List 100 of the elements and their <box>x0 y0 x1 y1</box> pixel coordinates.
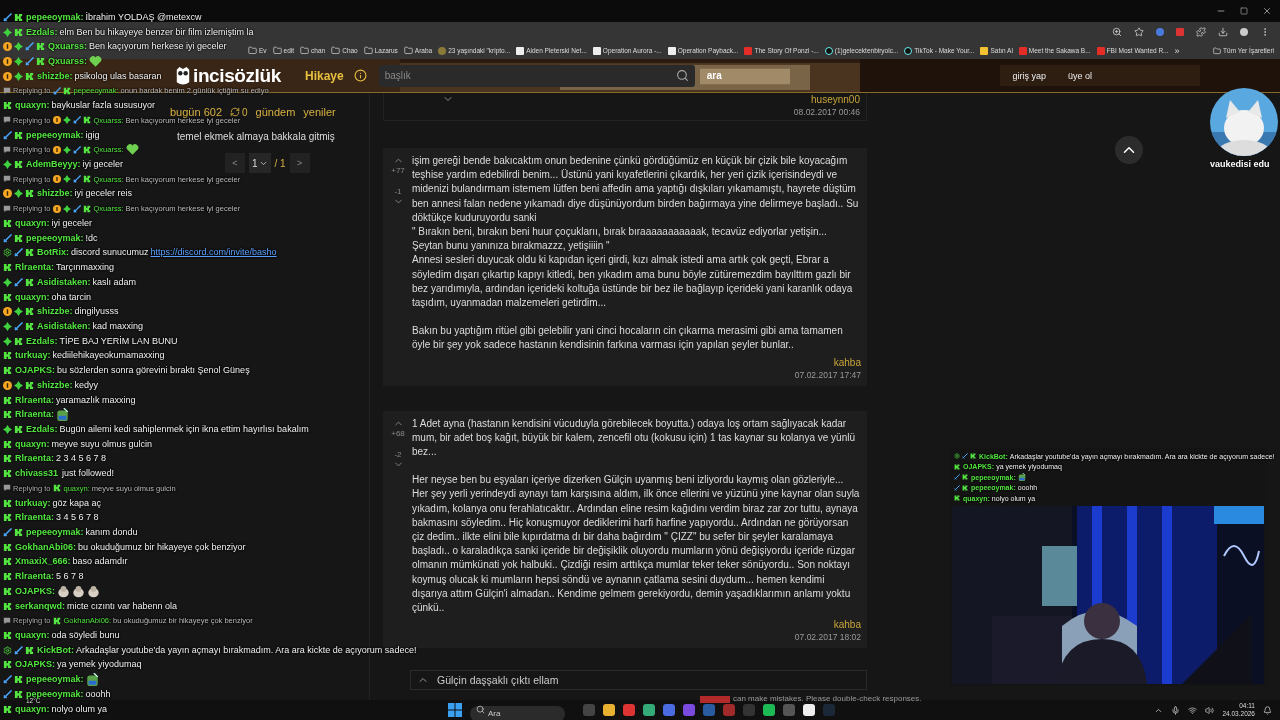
diamond-badge-icon <box>14 380 23 390</box>
app-icon[interactable] <box>603 704 615 716</box>
chat-username[interactable]: turkuay: <box>15 498 51 508</box>
chat-username[interactable]: Rlraenta: <box>15 572 54 582</box>
folder-icon <box>1213 46 1222 55</box>
sword-badge-icon <box>3 12 12 22</box>
kick-badge-icon <box>962 484 968 491</box>
nav-link[interactable]: gündem <box>255 106 296 118</box>
chat-message: 3 4 5 6 7 8 <box>56 513 99 523</box>
chat-link[interactable]: https://discord.com/invite/basho <box>150 248 277 258</box>
chat-username[interactable]: Rlraenta: <box>15 263 54 273</box>
chat-username[interactable]: pepeeoymak: <box>26 12 84 22</box>
chat-username[interactable]: shizzbe: <box>37 380 73 390</box>
extension-icon[interactable] <box>1156 28 1164 36</box>
chat-message: Arkadaşlar youtube'da yayın açmayı bırakmadım. Ara ara kickte de açıyorum sadece! <box>76 645 417 655</box>
chat-username[interactable]: Ezdals: <box>26 27 58 37</box>
app-icon[interactable] <box>763 704 775 716</box>
kick-badge-icon <box>52 484 61 493</box>
chat-message: ya yemek yiyodumaq <box>57 660 142 670</box>
chat-message: Tarçınmaxxing <box>56 263 115 273</box>
more-bookmarks[interactable]: » <box>1174 45 1180 56</box>
site-favicon-icon <box>438 46 447 55</box>
chat-username[interactable]: OJAPKS: <box>15 366 55 376</box>
chat-username[interactable]: quaxyn: <box>15 218 50 228</box>
refresh-count[interactable]: 0 <box>230 106 248 118</box>
reply-preview[interactable]: Gülçin daşşaklı çıktı ellam <box>410 670 867 691</box>
chat-username[interactable]: quaxyn: <box>15 439 50 449</box>
chat-username[interactable]: Asidistaken: <box>37 277 91 287</box>
chat-username[interactable]: quaxyn: <box>15 704 50 714</box>
chat-username[interactable]: pepeeoymak: <box>26 689 84 699</box>
sword-badge-icon <box>14 277 23 287</box>
chat-username[interactable]: Rlraenta: <box>15 454 54 464</box>
play-favicon-icon <box>744 46 753 55</box>
chat-username[interactable]: pepeeoymak: <box>26 233 84 243</box>
chat-username[interactable]: OJAPKS: <box>15 660 55 670</box>
chat-username[interactable]: quaxyn: <box>15 292 50 302</box>
pigeon-emote-icon <box>57 584 70 598</box>
start-icon[interactable] <box>448 703 462 717</box>
chat-message: göz kapa aç <box>52 498 102 508</box>
chat-username[interactable]: Rlraenta: <box>15 395 54 405</box>
kick-badge-icon <box>970 453 976 460</box>
chat-username[interactable]: OJAPKS: <box>15 586 55 596</box>
diamond-badge-icon <box>3 425 12 434</box>
next-page-button[interactable]: > <box>289 153 310 173</box>
chat-username[interactable]: Rlraenta: <box>15 410 54 420</box>
chat-username[interactable]: quaxyn: <box>15 631 50 641</box>
prev-page-button[interactable]: < <box>225 153 245 173</box>
diamond-badge-icon <box>14 189 23 199</box>
chat-username[interactable]: shizzbe: <box>37 307 73 317</box>
folder-icon <box>300 46 310 55</box>
chat-username[interactable]: KickBot: <box>37 645 74 655</box>
chat-username[interactable]: Asidistaken: <box>37 321 91 331</box>
taskbar-search-field[interactable]: Ara <box>470 705 565 720</box>
frog-emote-icon <box>56 408 69 422</box>
scroll-top-button[interactable] <box>1115 136 1143 164</box>
kick-badge-icon <box>3 263 12 273</box>
folder-icon <box>403 46 413 55</box>
app-icon[interactable] <box>803 704 815 716</box>
kick-badge-icon <box>14 425 23 434</box>
folder-icon <box>248 46 257 55</box>
chat-username[interactable]: AdemBeyyy: <box>26 160 81 170</box>
chat-username[interactable]: shizzbe: <box>37 189 73 199</box>
kick-badge-icon <box>3 101 12 111</box>
chat-username[interactable]: turkuay: <box>15 351 51 361</box>
app-icon[interactable] <box>643 704 655 716</box>
kick-badge-icon <box>14 336 23 346</box>
kick-badge-icon <box>3 351 12 361</box>
chat-username[interactable]: pepeeoymak: <box>26 528 84 537</box>
downvote-count: -1 <box>394 187 402 196</box>
upvote-count: +68 <box>391 428 405 438</box>
chat-username[interactable]: chivass31 <box>15 469 59 479</box>
page-select[interactable]: 1 <box>249 153 271 173</box>
profile-icon[interactable] <box>1240 28 1248 36</box>
chat-username[interactable]: XmaxiX_666: <box>15 557 71 567</box>
nav-link[interactable]: yeniler <box>303 106 336 118</box>
chat-username[interactable]: serkanqwd: <box>15 601 65 611</box>
chat-message: kaslı adam <box>92 277 137 287</box>
chat-username[interactable]: BotRix: <box>37 248 69 258</box>
chat-username[interactable]: GokhanAbi06: <box>15 542 76 552</box>
entry-author[interactable]: kahba <box>833 619 861 631</box>
chat-username[interactable]: Ezdals: <box>26 336 58 346</box>
kick-badge-icon <box>3 454 12 464</box>
today-link[interactable]: bugün 602 <box>170 106 222 118</box>
chat-username[interactable]: Qxuarss: <box>48 42 88 52</box>
kick-badge-icon <box>3 469 12 479</box>
chat-username[interactable]: pepeeoymak: <box>26 675 84 685</box>
chat-username[interactable]: pepeeoymak: <box>26 130 84 140</box>
sub-badge-icon <box>52 175 61 184</box>
entry-author[interactable]: huseynn00 <box>811 94 860 105</box>
chat-username[interactable]: quaxyn: <box>15 101 50 111</box>
chat-message: bu sözlerden sonra görevini bıraktı Şenol Güneş <box>57 366 250 376</box>
chat-message: baykuslar fazla sususuyor <box>51 101 156 111</box>
kick-badge-icon <box>3 601 12 611</box>
sub-badge-icon <box>3 380 12 390</box>
chat-username[interactable]: Rlraenta: <box>15 513 54 523</box>
chat-message: oda söyledi bunu <box>51 631 120 641</box>
entry-author[interactable]: kahba <box>833 356 861 368</box>
sword-badge-icon <box>72 116 81 125</box>
topic-title[interactable]: temel ekmek almaya bakkala gitmiş <box>177 131 335 142</box>
chat-username[interactable]: Ezdals: <box>26 425 58 434</box>
